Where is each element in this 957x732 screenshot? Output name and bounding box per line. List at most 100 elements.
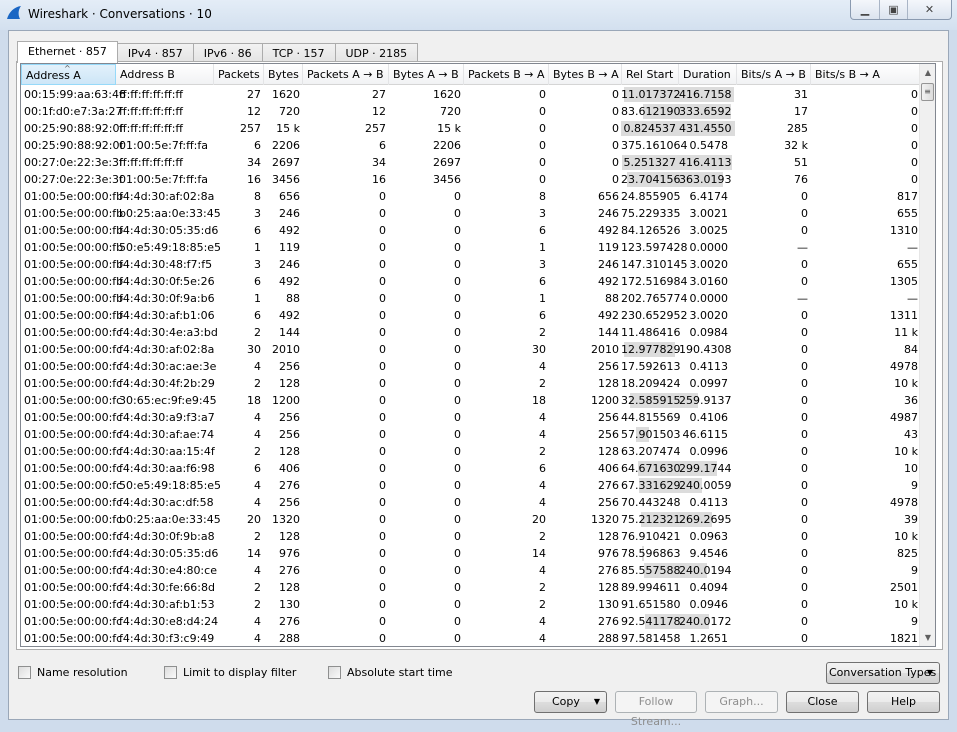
cell-bytes-a-b: 2206: [433, 139, 461, 152]
cell-bits-b-a: 9: [911, 479, 918, 492]
cell-bytes: 128: [279, 530, 300, 543]
column-header-rel-start[interactable]: Rel Start: [622, 64, 679, 85]
limit-display-filter-checkbox[interactable]: Limit to display filter: [164, 666, 296, 679]
table-row[interactable]: 01:00:5e:00:00:fc f4:4d:30:ac:ae:3e 4 256 0 0…: [21, 358, 921, 375]
cell-address-a: 01:00:5e:00:00:fc: [24, 462, 123, 475]
cell-bytes: 15 k: [276, 122, 300, 135]
help-button[interactable]: Help: [867, 691, 940, 713]
column-header-packets-b-a[interactable]: Packets B → A: [464, 64, 549, 85]
conversation-types-button[interactable]: Conversation Types ▼: [826, 662, 940, 684]
tab-tcp[interactable]: TCP · 157: [261, 43, 336, 63]
cell-bits-a-b: 0: [801, 496, 808, 509]
table-row[interactable]: 01:00:5e:00:00:fb f4:4d:30:48:f7:f5 3 246 0 0…: [21, 256, 921, 273]
table-row[interactable]: 01:00:5e:00:00:fb b0:25:aa:0e:33:45 3 246 0 0…: [21, 205, 921, 222]
close-window-button[interactable]: ✕: [907, 0, 951, 19]
scroll-thumb[interactable]: ≡: [921, 83, 934, 101]
close-button[interactable]: Close: [786, 691, 859, 713]
column-header-address-b[interactable]: Address B: [116, 64, 214, 85]
column-header-duration[interactable]: Duration: [679, 64, 737, 85]
cell-bits-a-b: 0: [801, 462, 808, 475]
tab-ipv4[interactable]: IPv4 · 857: [116, 43, 194, 63]
tab-ipv6[interactable]: IPv6 · 86: [192, 43, 263, 63]
table-row[interactable]: 01:00:5e:00:00:fc f4:4d:30:aa:15:4f 2 128 0 0…: [21, 443, 921, 460]
tab-ethernet[interactable]: Ethernet · 857: [17, 41, 118, 63]
cell-address-a: 01:00:5e:00:00:fc: [24, 632, 123, 645]
table-row[interactable]: 01:00:5e:00:00:fc f4:4d:30:fe:66:8d 2 128 0 0…: [21, 579, 921, 596]
table-row[interactable]: 01:00:5e:00:00:fc b0:25:aa:0e:33:45 20 1320…: [21, 511, 921, 528]
wireshark-fin-icon: [7, 6, 21, 19]
copy-button[interactable]: Copy ▼: [534, 691, 607, 713]
cell-packets: 2: [254, 445, 261, 458]
column-header-bytes-b-a[interactable]: Bytes B → A: [549, 64, 622, 85]
table-row[interactable]: 01:00:5e:00:00:fc f4:4d:30:af:ae:74 4 256 0 0…: [21, 426, 921, 443]
table-row[interactable]: 01:00:5e:00:00:fb f4:4d:30:af:b1:06 6 492 0 0…: [21, 307, 921, 324]
table-row[interactable]: 01:00:5e:00:00:fc f4:4d:30:0f:9b:a8 2 128 0 0…: [21, 528, 921, 545]
cell-bytes: 1320: [272, 513, 300, 526]
table-row[interactable]: 01:00:5e:00:00:fc 30:65:ec:9f:e9:45 18 1200…: [21, 392, 921, 409]
table-row[interactable]: 01:00:5e:00:00:fc f4:4d:30:e4:80:ce 4 276 0 0…: [21, 562, 921, 579]
cell-bytes: 492: [279, 309, 300, 322]
cell-packets-b-a: 18: [532, 394, 546, 407]
table-row[interactable]: 01:00:5e:00:00:fc f4:4d:30:ac:df:58 4 256 0 0…: [21, 494, 921, 511]
graph-button[interactable]: Graph...: [705, 691, 778, 713]
table-row[interactable]: 01:00:5e:00:00:fc f4:4d:30:af:02:8a 30 2010…: [21, 341, 921, 358]
maximize-icon: ▣: [888, 3, 899, 16]
conversations-table[interactable]: Address A ^ Address B Packets Bytes Packets A…: [20, 63, 936, 647]
column-header-packets-a-b[interactable]: Packets A → B: [303, 64, 389, 85]
table-row[interactable]: 01:00:5e:00:00:fb 50:e5:49:18:85:e5 1 119 0 0…: [21, 239, 921, 256]
cell-bits-a-b: 0: [801, 207, 808, 220]
absolute-start-time-checkbox[interactable]: Absolute start time: [328, 666, 453, 679]
table-row[interactable]: 01:00:5e:00:00:fb f4:4d:30:0f:9a:b6 1 88 0 0 1…: [21, 290, 921, 307]
vertical-scrollbar[interactable]: ▲ ≡ ▼: [919, 64, 935, 646]
table-row[interactable]: 01:00:5e:00:00:fc f4:4d:30:4f:2b:29 2 128 0 0…: [21, 375, 921, 392]
table-row[interactable]: 01:00:5e:00:00:fc f4:4d:30:e8:d4:24 4 276 0 0…: [21, 613, 921, 630]
name-resolution-checkbox[interactable]: Name resolution: [18, 666, 128, 679]
cell-bytes-a-b: 0: [454, 377, 461, 390]
table-row[interactable]: 00:1f:d0:e7:3a:27 ff:ff:ff:ff:ff:ff 12 720 1…: [21, 103, 921, 120]
table-row[interactable]: 01:00:5e:00:00:fc f4:4d:30:af:b1:53 2 130 0 0…: [21, 596, 921, 613]
table-row[interactable]: 01:00:5e:00:00:fc f4:4d:30:4e:a3:bd 2 144 0 0…: [21, 324, 921, 341]
table-row[interactable]: 01:00:5e:00:00:fc f4:4d:30:05:35:d6 14 976 0…: [21, 545, 921, 562]
cell-address-a: 00:27:0e:22:3e:3f: [24, 173, 123, 186]
column-header-bytes-a-b[interactable]: Bytes A → B: [389, 64, 464, 85]
cell-address-a: 01:00:5e:00:00:fb: [24, 275, 124, 288]
tab-udp[interactable]: UDP · 2185: [334, 43, 419, 63]
cell-packets-b-a: 6: [539, 224, 546, 237]
column-header-packets[interactable]: Packets: [214, 64, 264, 85]
minimize-button[interactable]: ▁: [851, 0, 879, 19]
cell-address-a: 01:00:5e:00:00:fc: [24, 377, 123, 390]
cell-address-a: 01:00:5e:00:00:fc: [24, 513, 123, 526]
scroll-down-icon[interactable]: ▼: [920, 629, 935, 646]
table-row[interactable]: 01:00:5e:00:00:fb f4:4d:30:05:35:d6 6 492 0 0…: [21, 222, 921, 239]
cell-bytes: 2206: [272, 139, 300, 152]
cell-bytes: 276: [279, 564, 300, 577]
cell-bytes-b-a: 0: [612, 156, 619, 169]
table-row[interactable]: 01:00:5e:00:00:fb f4:4d:30:af:02:8a 8 656 0 0…: [21, 188, 921, 205]
cell-rel-start: 75.212321: [621, 513, 681, 526]
column-header-bits-b-a[interactable]: Bits/s B → A: [811, 64, 921, 85]
table-row[interactable]: 01:00:5e:00:00:fc f4:4d:30:aa:f6:98 6 406 0 0…: [21, 460, 921, 477]
table-row[interactable]: 01:00:5e:00:00:fc 50:e5:49:18:85:e5 4 276 0 0…: [21, 477, 921, 494]
cell-bits-a-b: 0: [801, 445, 808, 458]
table-row[interactable]: 01:00:5e:00:00:fc f4:4d:30:f3:c9:49 4 288 0 0…: [21, 630, 921, 646]
cell-bytes: 276: [279, 479, 300, 492]
column-header-address-a[interactable]: Address A ^: [21, 64, 116, 85]
cell-bits-a-b: 0: [801, 190, 808, 203]
table-row[interactable]: 00:15:99:aa:63:46 ff:ff:ff:ff:ff:ff 27 1620…: [21, 86, 921, 103]
table-row[interactable]: 01:00:5e:00:00:fb f4:4d:30:0f:5e:26 6 492 0 0…: [21, 273, 921, 290]
maximize-button[interactable]: ▣: [879, 0, 907, 19]
cell-duration: 0.0984: [689, 326, 729, 339]
cell-bits-a-b: 285: [787, 122, 808, 135]
column-header-bits-a-b[interactable]: Bits/s A → B: [737, 64, 811, 85]
cell-bytes: 128: [279, 377, 300, 390]
scroll-up-icon[interactable]: ▲: [920, 64, 935, 81]
table-row[interactable]: 00:25:90:88:92:0f 01:00:5e:7f:ff:fa 6 2206 6…: [21, 137, 921, 154]
column-header-bytes[interactable]: Bytes: [264, 64, 303, 85]
table-row[interactable]: 01:00:5e:00:00:fc f4:4d:30:a9:f3:a7 4 256 0 0…: [21, 409, 921, 426]
table-row[interactable]: 00:25:90:88:92:0f ff:ff:ff:ff:ff:ff 257 15 …: [21, 120, 921, 137]
cell-packets-a-b: 27: [372, 88, 386, 101]
table-row[interactable]: 00:27:0e:22:3e:3f 01:00:5e:7f:ff:fa 16 3456…: [21, 171, 921, 188]
cell-bits-a-b: 17: [794, 105, 808, 118]
follow-stream-button[interactable]: Follow Stream...: [615, 691, 697, 728]
table-row[interactable]: 00:27:0e:22:3e:3f ff:ff:ff:ff:ff:ff 34 2697…: [21, 154, 921, 171]
